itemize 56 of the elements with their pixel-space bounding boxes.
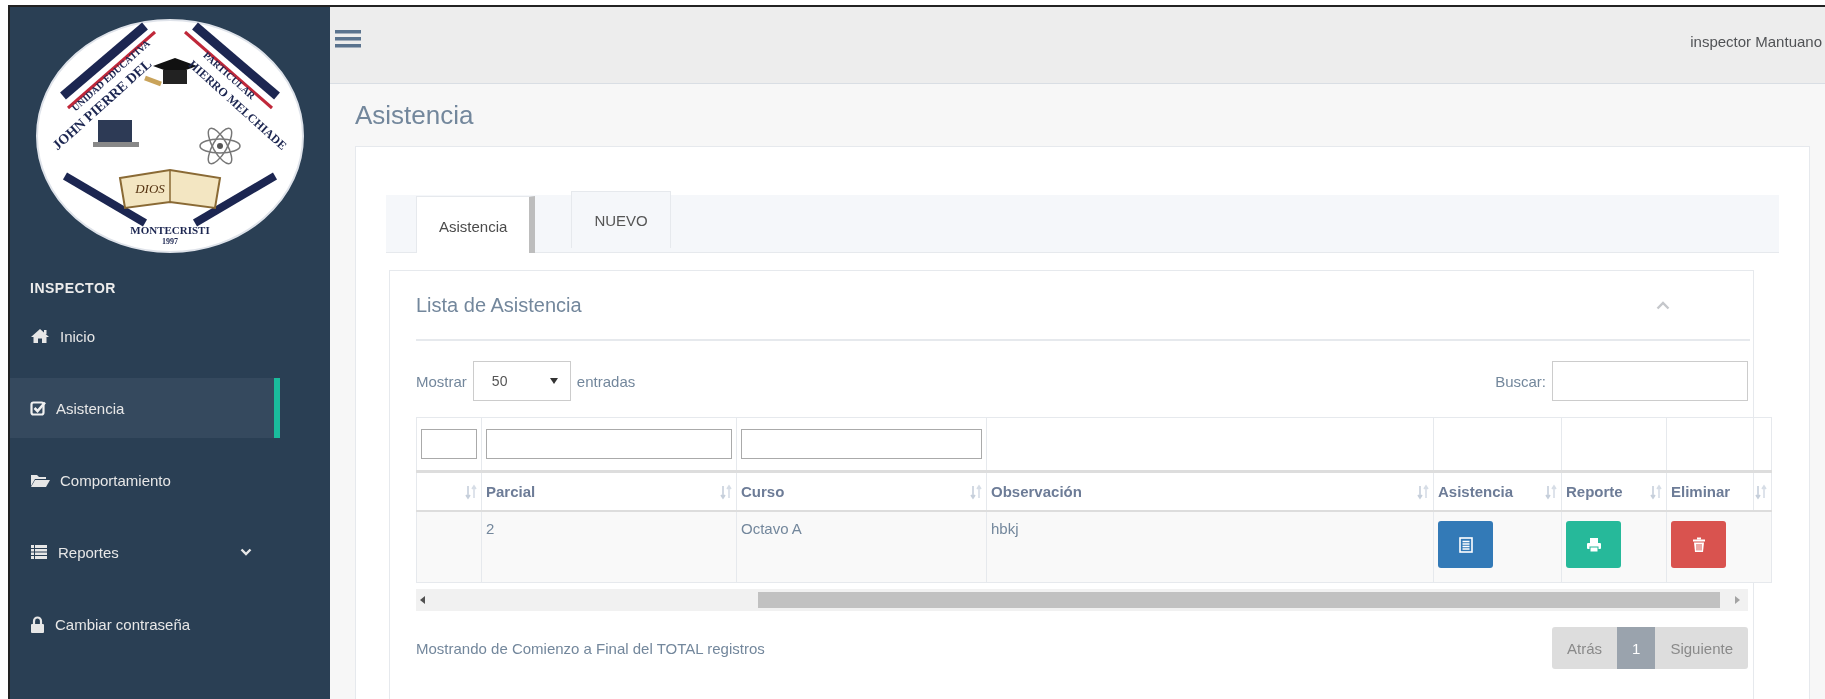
sort-icon [1545,483,1557,500]
sort-icon [1417,483,1429,500]
column-filter-field[interactable] [421,429,477,459]
user-name[interactable]: inspector Mantuano [1690,32,1822,58]
chevron-up-icon[interactable] [1656,300,1670,310]
panel-title: Lista de Asistencia [416,293,582,317]
sort-icon [465,483,477,500]
lock-icon [30,615,45,633]
printer-icon [1585,536,1602,553]
column-header[interactable]: Observación [991,483,1082,500]
delete-button[interactable] [1671,521,1726,568]
sort-icon [720,483,732,500]
checkbox-icon [30,400,46,416]
sidebar-item-label: Inicio [60,327,96,345]
sidebar-item[interactable]: Asistencia [10,378,280,438]
sort-icon [1755,483,1767,500]
caret-down-icon [549,378,558,384]
length-label: Mostrar [416,372,467,390]
tab[interactable]: NUEVO [571,191,671,248]
table-cell: Octavo A [741,520,802,537]
table-cell: 2 [486,520,495,537]
home-icon [30,328,50,344]
column-filter-field[interactable] [486,429,732,459]
search-label: Buscar: [1495,372,1546,390]
menu-icon[interactable] [335,28,361,50]
sidebar-item[interactable]: Comportamiento [10,450,280,510]
logo-text: DIOS [135,181,165,196]
page-size-select[interactable]: 50 [472,361,571,401]
sort-icon [1650,483,1662,500]
sort-icon [970,483,982,500]
column-filter-field[interactable] [741,429,982,459]
table-cell: hbkj [991,520,1019,537]
tab[interactable]: Asistencia [416,196,536,253]
logo-text: 1997 [162,237,178,246]
sidebar-item[interactable]: Inicio [10,306,280,366]
sidebar-item-label: Comportamiento [60,471,171,489]
length-label: entradas [576,372,636,390]
column-header[interactable]: Curso [741,483,785,500]
horizontal-scrollbar[interactable] [416,589,1748,611]
sidebar-item-label: Asistencia [56,399,125,417]
search-field[interactable] [1552,361,1748,401]
sidebar-item-label: Reportes [58,543,119,561]
print-button[interactable] [1566,521,1621,568]
sidebar-section-title: INSPECTOR [29,279,116,298]
sidebar-item[interactable]: Cambiar contraseña [10,594,280,654]
trash-icon [1690,536,1707,553]
logo-text: MONTECRISTI [130,224,210,236]
column-header[interactable]: Parcial [486,483,536,500]
sidebar-item-label: Cambiar contraseña [55,615,191,633]
table-info: Mostrando de Comienzo a Final del TOTAL registros [416,639,765,657]
list-button[interactable] [1438,521,1493,568]
sidebar-item[interactable]: Reportes [10,522,280,582]
list-icon [1457,536,1474,553]
list-icon [30,544,48,560]
folder-icon [30,472,50,488]
page-title: Asistencia [355,100,475,132]
